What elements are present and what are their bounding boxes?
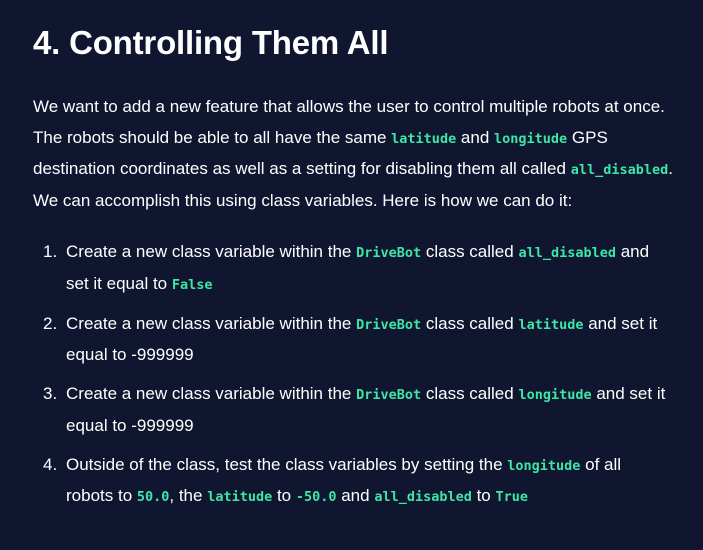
inline-code: DriveBot: [356, 387, 422, 403]
step-text: class called: [421, 384, 519, 403]
step-item: 1. Create a new class variable within the…: [43, 237, 673, 300]
intro-paragraph: We want to add a new feature that allows…: [33, 92, 673, 216]
inline-code: longitude: [494, 130, 568, 147]
inline-code: DriveBot: [356, 245, 422, 261]
step-item: 3. Create a new class variable within the…: [43, 379, 673, 441]
step-text: Outside of the class, test the class var…: [66, 454, 508, 474]
step-number: 1.: [43, 242, 58, 261]
inline-code: False: [171, 276, 213, 293]
inline-code: DriveBot: [356, 316, 422, 333]
step-text: class called: [421, 313, 519, 333]
step-number: 4.: [43, 454, 58, 474]
step-text: Create a new class variable within the: [66, 384, 357, 403]
section-heading: 4. Controlling Them All: [33, 24, 389, 61]
intro-text: and: [456, 127, 495, 147]
inline-code: longitude: [507, 457, 581, 474]
inline-code: latitude: [207, 489, 273, 505]
step-number: 3.: [43, 384, 58, 403]
step-text: , the: [169, 486, 208, 505]
step-text: Create a new class variable within the: [66, 313, 357, 333]
step-text: Create a new class variable within the: [66, 242, 357, 261]
inline-code: all_disabled: [518, 245, 616, 261]
inline-code: all_disabled: [570, 162, 669, 178]
inline-code: 50.0: [136, 489, 170, 505]
lesson-content: 4. Controlling Them All We want to add a…: [0, 0, 703, 550]
step-item: 4. Outside of the class, test the class v…: [43, 450, 673, 513]
step-item: 2. Create a new class variable within the…: [43, 309, 673, 371]
step-text: and: [336, 486, 375, 505]
inline-code: longitude: [518, 387, 592, 403]
inline-code: True: [495, 489, 528, 505]
instruction-steps: 1. Create a new class variable within the…: [33, 237, 673, 513]
inline-code: -50.0: [295, 489, 337, 505]
inline-code: all_disabled: [374, 489, 472, 505]
step-text: class called: [421, 242, 519, 261]
step-text: to: [471, 486, 496, 505]
inline-code: latitude: [518, 316, 584, 333]
inline-code: latitude: [391, 130, 457, 147]
step-number: 2.: [43, 313, 58, 333]
step-text: to: [272, 486, 296, 505]
